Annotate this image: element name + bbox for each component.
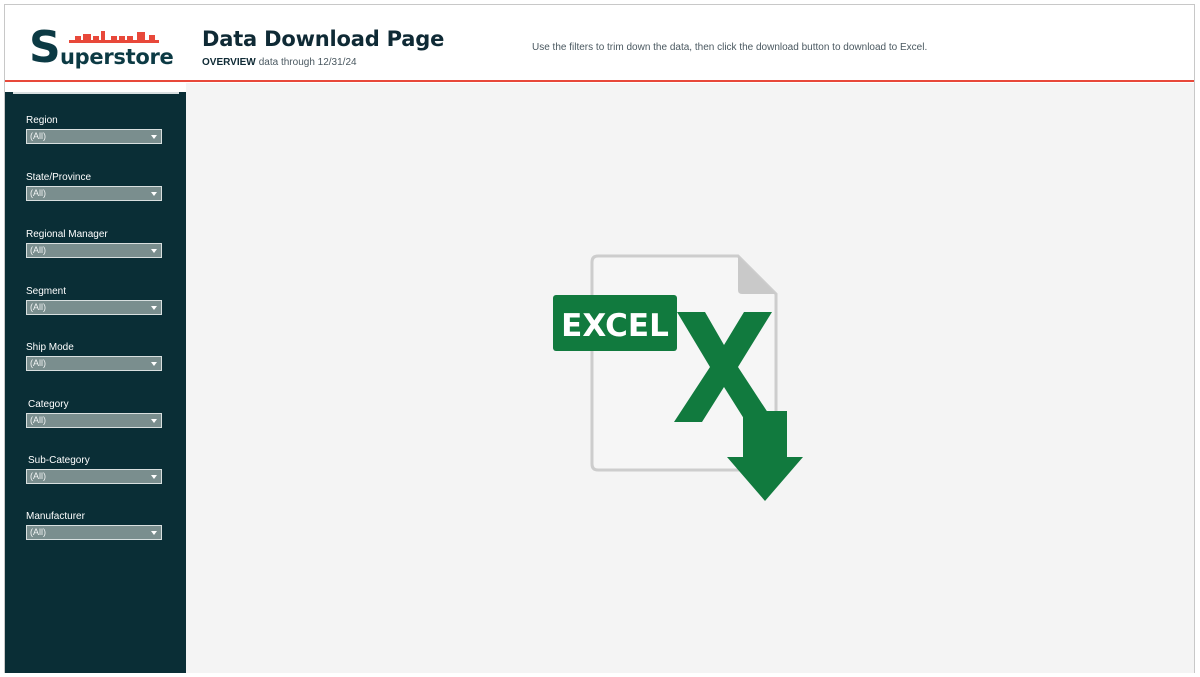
sidebar-top-divider [13, 92, 179, 94]
dropdown-value: (All) [30, 131, 46, 141]
filter-ship-mode: Ship Mode (All) [26, 341, 166, 371]
superstore-logo: S uperstore [29, 22, 174, 75]
dropdown-caret-icon [151, 475, 157, 479]
dropdown-caret-icon [151, 531, 157, 535]
manufacturer-dropdown[interactable]: (All) [26, 525, 162, 540]
dropdown-value: (All) [30, 245, 46, 255]
dropdown-value: (All) [30, 188, 46, 198]
dropdown-value: (All) [30, 358, 46, 368]
dropdown-caret-icon [151, 135, 157, 139]
ship-icon [69, 31, 159, 43]
logo-initial: S [29, 22, 61, 73]
filter-state-province: State/Province (All) [26, 171, 166, 201]
folded-corner-shape [738, 256, 776, 294]
excel-download-button[interactable]: EXCEL [552, 254, 804, 504]
filter-segment: Segment (All) [26, 285, 166, 315]
filter-manufacturer: Manufacturer (All) [26, 510, 166, 540]
dropdown-caret-icon [151, 249, 157, 253]
logo-wordmark: uperstore [60, 45, 174, 69]
filter-label: Ship Mode [26, 342, 74, 353]
excel-download-icon: EXCEL [553, 254, 803, 501]
dropdown-caret-icon [151, 362, 157, 366]
category-dropdown[interactable]: (All) [26, 413, 162, 428]
excel-badge-text: EXCEL [561, 308, 669, 344]
sub-category-dropdown[interactable]: (All) [26, 469, 162, 484]
filter-label: Manufacturer [26, 511, 85, 522]
filter-regional-manager: Regional Manager (All) [26, 228, 166, 258]
filter-label: Region [26, 115, 58, 126]
region-dropdown[interactable]: (All) [26, 129, 162, 144]
filter-sub-category: Sub-Category (All) [26, 454, 166, 484]
filter-label: Regional Manager [26, 229, 108, 240]
dropdown-value: (All) [30, 415, 46, 425]
dropdown-caret-icon [151, 192, 157, 196]
instructions-text: Use the filters to trim down the data, t… [532, 42, 928, 53]
page-subtitle: OVERVIEW data through 12/31/24 [202, 57, 357, 68]
page-title: Data Download Page [202, 27, 445, 51]
regional-manager-dropdown[interactable]: (All) [26, 243, 162, 258]
header-divider [5, 80, 1194, 82]
dropdown-value: (All) [30, 471, 46, 481]
filter-label: State/Province [26, 172, 92, 183]
filter-region: Region (All) [26, 114, 166, 144]
segment-dropdown[interactable]: (All) [26, 300, 162, 315]
filter-sidebar: Region (All) State/Province (All) Region… [5, 92, 186, 673]
filter-label: Sub-Category [28, 455, 90, 466]
subtitle-text: data through 12/31/24 [258, 57, 357, 68]
dropdown-value: (All) [30, 527, 46, 537]
dropdown-caret-icon [151, 419, 157, 423]
dropdown-caret-icon [151, 306, 157, 310]
filter-category: Category (All) [26, 398, 166, 428]
state-province-dropdown[interactable]: (All) [26, 186, 162, 201]
dropdown-value: (All) [30, 302, 46, 312]
header: S uperstore Data Download Page OVERVIEW d… [5, 5, 1194, 80]
ship-mode-dropdown[interactable]: (All) [26, 356, 162, 371]
subtitle-keyword: OVERVIEW [202, 57, 256, 68]
filter-label: Category [28, 399, 69, 410]
filter-label: Segment [26, 286, 67, 297]
